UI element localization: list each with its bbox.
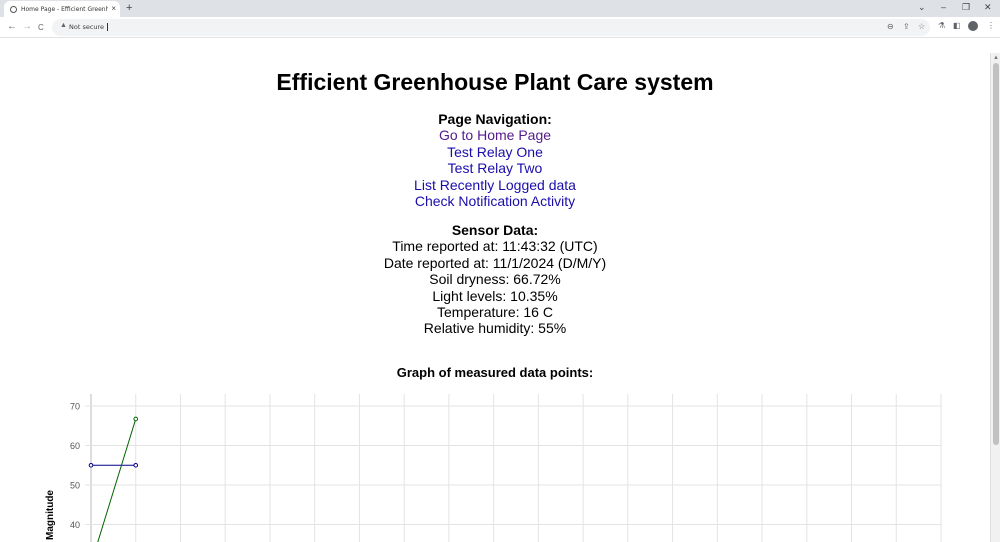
scroll-up-icon[interactable]: ▲ (993, 55, 999, 61)
reload-button[interactable]: C (38, 22, 44, 34)
tab-search-icon[interactable]: ⌄ (918, 2, 926, 12)
data-point (88, 462, 94, 468)
y-tick-label: 40 (70, 520, 80, 530)
sensor-data-section: Sensor Data: Time reported at: 11:43:32 … (0, 222, 990, 337)
relative-humidity: Relative humidity: 55% (423, 320, 567, 337)
browser-tab-strip: Home Page - Efficient Greenhou × + ⌄ – ❐… (0, 0, 1000, 17)
url-text: Not secure (69, 23, 109, 31)
page-title: Efficient Greenhouse Plant Care system (276, 69, 714, 95)
logged-data-link[interactable]: List Recently Logged data (0, 177, 990, 193)
light-levels: Light levels: 10.35% (432, 287, 558, 304)
notification-activity-link[interactable]: Check Notification Activity (0, 193, 990, 209)
y-axis-label: Magnitude (45, 490, 56, 540)
measurements-chart: 70 60 50 40 Magnitude (45, 394, 942, 542)
date-reported: Date reported at: 11/1/2024 (D/M/Y) (383, 254, 607, 271)
time-reported: Time reported at: 11:43:32 (UTC) (392, 238, 598, 255)
y-tick-label: 70 (70, 402, 80, 412)
forward-button[interactable]: → (22, 21, 32, 33)
bookmark-star-icon[interactable]: ☆ (918, 22, 925, 32)
test-relay-one-link[interactable]: Test Relay One (0, 144, 990, 160)
close-tab-icon[interactable]: × (111, 5, 116, 13)
minimize-button[interactable]: – (941, 2, 946, 12)
data-point (133, 462, 139, 468)
share-icon[interactable]: ⇪ (903, 22, 910, 32)
graph-title: Graph of measured data points: (396, 365, 594, 380)
tab-title: Home Page - Efficient Greenhou (21, 5, 109, 13)
test-relay-two-link[interactable]: Test Relay Two (0, 160, 990, 176)
soil-dryness: Soil dryness: 66.72% (429, 271, 561, 288)
series-line-1 (97, 418, 137, 542)
side-panel-icon[interactable]: ◧ (953, 21, 961, 31)
y-tick-label: 50 (70, 481, 80, 491)
page-scrollbar[interactable]: ▲ (990, 53, 1000, 542)
profile-avatar-icon[interactable] (968, 21, 978, 31)
y-tick-label: 60 (70, 441, 80, 451)
temperature: Temperature: 16 C (437, 304, 553, 321)
back-button[interactable]: ← (7, 21, 17, 33)
warning-icon: ▲ (60, 22, 67, 29)
navigation-section: Page Navigation: Go to Home Page Test Re… (0, 111, 990, 209)
globe-icon (10, 5, 17, 13)
data-point (133, 416, 139, 422)
menu-icon[interactable]: ⋮ (987, 21, 995, 31)
new-tab-button[interactable]: + (126, 2, 132, 14)
address-bar[interactable]: ▲ Not secure ⊖ ⇪ ☆ (52, 19, 930, 36)
browser-toolbar: ← → C ▲ Not secure ⊖ ⇪ ☆ ⚗ ◧ ⋮ (0, 17, 1000, 38)
scrollbar-thumb[interactable] (993, 63, 999, 445)
sensor-heading: Sensor Data: (451, 222, 539, 238)
extensions-icon[interactable]: ⚗ (938, 21, 945, 31)
browser-tab[interactable]: Home Page - Efficient Greenhou × (4, 1, 120, 17)
close-window-button[interactable]: ✕ (984, 2, 992, 12)
navigation-heading: Page Navigation: (438, 111, 552, 127)
home-page-link[interactable]: Go to Home Page (0, 127, 990, 143)
restore-button[interactable]: ❐ (962, 2, 970, 12)
zoom-icon[interactable]: ⊖ (887, 22, 894, 32)
